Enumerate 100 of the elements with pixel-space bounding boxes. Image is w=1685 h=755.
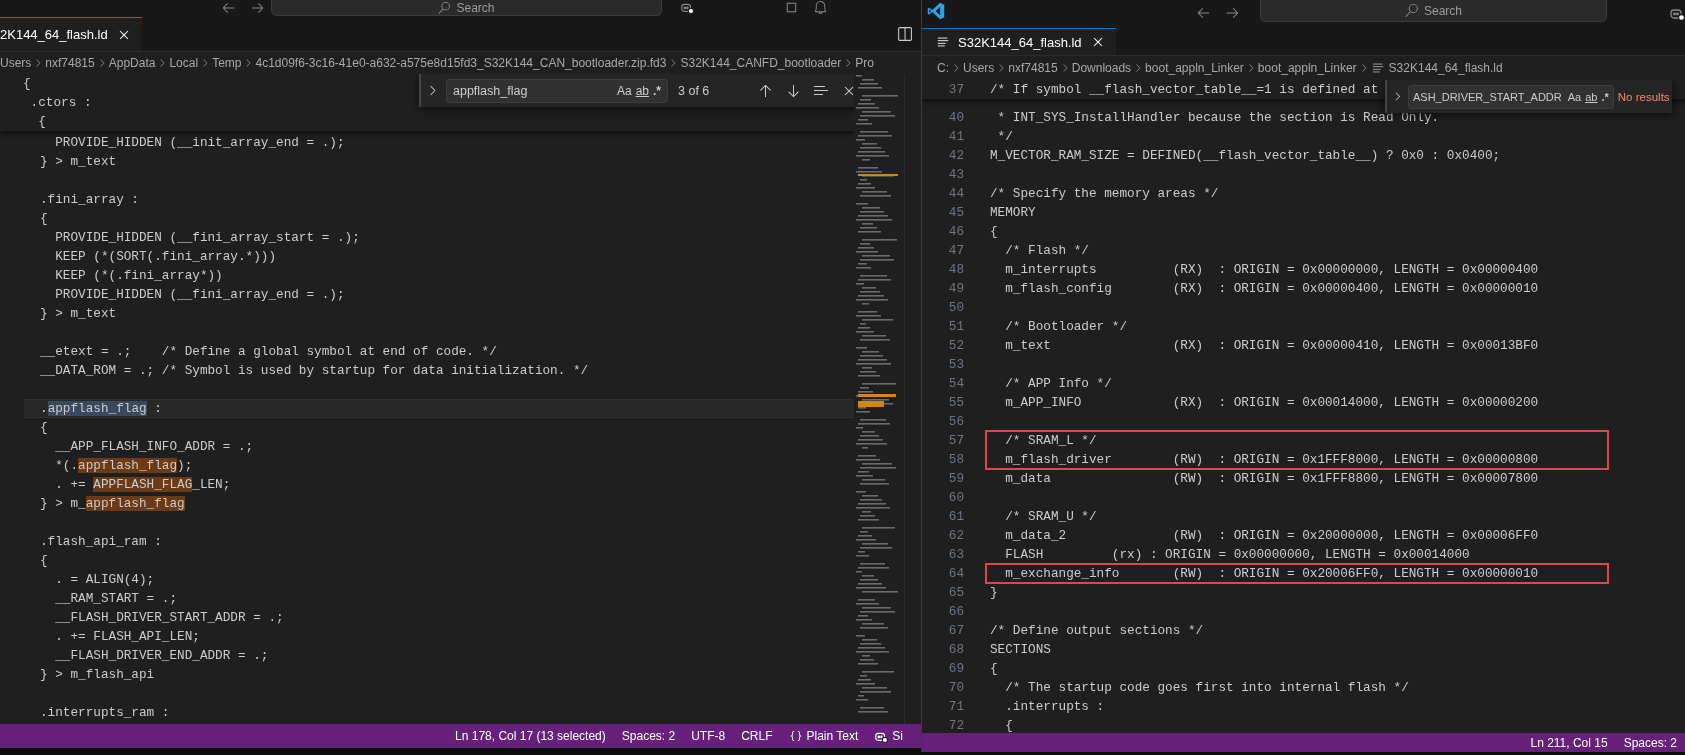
breadcrumb-item[interactable]: S32K144_CANFD_bootloader xyxy=(680,56,842,70)
code-line: { xyxy=(990,223,998,241)
line-number: 57 xyxy=(947,432,964,450)
code-line: /* Specify the memory areas */ xyxy=(990,185,1219,203)
status-item[interactable]: CRLF xyxy=(733,729,781,743)
code-line: . += FLASH_API_LEN; xyxy=(54,628,201,646)
code-line: __etext = .; /* Define a global symbol at end of code. */ xyxy=(40,343,498,361)
code-line: KEEP (*(.fini_array*)) xyxy=(54,267,224,285)
code-line: .fini_array : xyxy=(40,191,140,209)
breadcrumb-item[interactable]: Users xyxy=(963,61,995,75)
line-number: 42 xyxy=(947,147,964,165)
code-line: m_interrupts (RX) : ORIGIN = 0x00000000, LENGTH = 0x00000400 xyxy=(1004,261,1539,279)
line-number: 49 xyxy=(947,280,964,298)
code-line: m_data (RW) : ORIGIN = 0x1FFF8800, LENGTH = 0x00007800 xyxy=(1004,470,1539,488)
line-number: 50 xyxy=(947,299,964,317)
code-line: { xyxy=(990,660,998,678)
code-line: SECTIONS xyxy=(990,641,1051,659)
breadcrumb-item[interactable]: nxf74815 xyxy=(1008,61,1058,75)
breadcrumb-item[interactable]: Pro xyxy=(855,56,874,70)
code-line: . += APPFLASH_FLAG_LEN; xyxy=(54,476,232,494)
breadcrumb-item[interactable]: Local xyxy=(169,56,199,70)
line-number: 40 xyxy=(947,109,964,127)
status-item[interactable]: Si xyxy=(866,729,911,743)
line-number: 61 xyxy=(947,508,964,526)
line-number: 51 xyxy=(947,318,964,336)
breadcrumb-item[interactable]: AppData xyxy=(108,56,156,70)
status-item[interactable]: Spaces: 2 xyxy=(613,729,684,743)
find-option[interactable]: .* xyxy=(651,83,663,98)
breadcrumb-item[interactable]: nxf74815 xyxy=(45,56,95,70)
line-number: 68 xyxy=(947,641,964,659)
line-number: 55 xyxy=(947,394,964,412)
bell-icon[interactable] xyxy=(813,0,828,15)
find-option[interactable]: ab xyxy=(633,83,651,98)
breadcrumb-item[interactable]: Users xyxy=(0,56,32,70)
code-line: */ xyxy=(996,128,1013,146)
maximize-icon[interactable] xyxy=(784,0,799,15)
editor-tab[interactable]: 2K144_64_flash.ld xyxy=(0,17,142,51)
line-number: 53 xyxy=(947,356,964,374)
line-number: 60 xyxy=(947,489,964,507)
code-line: /* Define output sections */ xyxy=(990,622,1204,640)
code-line: M_VECTOR_RAM_SIZE = DEFINED(__flash_vector_table__) ? 0x0 : 0x0400; xyxy=(990,147,1501,165)
code-line: } > m_flash_api xyxy=(40,666,156,684)
code-line: } > m_appflash_flag xyxy=(40,495,186,513)
find-input[interactable]: appflash_flag Aa ab .* xyxy=(446,78,668,103)
code-line: __FLASH_DRIVER_END_ADDR = .; xyxy=(54,647,270,665)
breadcrumb-item[interactable]: 4c1d09f6-3c16-41e0-a632-a575e8d15fd3_S32K144_CAN_bootloader.zip.fd3 xyxy=(255,56,667,70)
back-arrow-icon[interactable] xyxy=(221,0,236,15)
line-number: 44 xyxy=(947,185,964,203)
status-item[interactable]: Plain Text xyxy=(780,729,867,743)
status-item[interactable]: UTF-8 xyxy=(683,729,734,743)
breadcrumb-item[interactable]: boot_appln_Linker xyxy=(1145,61,1244,75)
status-item[interactable]: Spaces: 2 xyxy=(1615,735,1685,750)
code-line: FLASH (rx) : ORIGIN = 0x00000000, LENGTH = 0x00014000 xyxy=(1004,546,1470,564)
line-number: 58 xyxy=(947,451,964,469)
code-line: m_flash_driver (RW) : ORIGIN = 0x1FFF8000, LENGTH = 0x00000800 xyxy=(1004,451,1539,469)
line-number: 70 xyxy=(947,679,964,697)
code-line: { xyxy=(37,113,46,131)
split-editor-icon[interactable] xyxy=(896,25,913,43)
find-option[interactable]: .* xyxy=(1599,90,1611,103)
code-line: /* If symbol __flash_vector_table__=1 is defined at xyxy=(990,81,1379,99)
code-line: { xyxy=(40,210,49,228)
editor-tab[interactable]: S32K144_64_flash.ld xyxy=(922,28,1116,55)
status-item[interactable]: Ln 211, Col 15 xyxy=(1522,735,1616,750)
code-line: MEMORY xyxy=(990,204,1036,222)
search-icon xyxy=(438,1,451,14)
code-line: __FLASH_DRIVER_START_ADDR = .; xyxy=(54,609,285,627)
code-line: } xyxy=(990,584,998,602)
back-arrow-icon[interactable] xyxy=(1196,5,1211,20)
line-number: 72 xyxy=(947,717,964,733)
search-field[interactable]: Search xyxy=(271,0,662,16)
code-line: PROVIDE_HIDDEN (__fini_array_end = .); xyxy=(54,286,346,304)
line-number: 47 xyxy=(947,242,964,260)
code-line: m_text (RX) : ORIGIN = 0x00000410, LENGTH = 0x00013BF0 xyxy=(1004,337,1539,355)
line-number: 66 xyxy=(947,603,964,621)
code-line: } > m_text xyxy=(40,153,118,171)
search-icon xyxy=(1405,4,1418,17)
breadcrumb-item[interactable]: Downloads xyxy=(1071,61,1132,75)
code-line: .interrupts_ram : xyxy=(40,704,171,722)
code-line: { xyxy=(40,419,49,437)
code-line: __APP_FLASH_INFO_ADDR = .; xyxy=(54,438,255,456)
line-number: 59 xyxy=(947,470,964,488)
find-input[interactable]: ASH_DRIVER_START_ADDR Aa ab .* xyxy=(1408,84,1614,109)
breadcrumb-item[interactable]: S32K144_64_flash.ld xyxy=(1388,61,1503,75)
line-number: 46 xyxy=(947,223,964,241)
find-option[interactable]: ab xyxy=(1583,90,1600,103)
line-number: 48 xyxy=(947,261,964,279)
line-number: 67 xyxy=(947,622,964,640)
find-option[interactable]: Aa xyxy=(614,83,634,98)
search-field[interactable]: Search xyxy=(1260,0,1607,22)
breadcrumb-item[interactable]: C: xyxy=(937,61,949,75)
find-option[interactable]: Aa xyxy=(1565,90,1584,103)
line-number: 43 xyxy=(947,166,964,184)
code-line: PROVIDE_HIDDEN (__fini_array_start = .); xyxy=(54,229,361,247)
breadcrumb-item[interactable]: Temp xyxy=(212,56,242,70)
status-item[interactable]: Ln 178, Col 17 (13 selected) xyxy=(447,729,614,743)
find-result: No results xyxy=(1617,90,1670,103)
line-number: 65 xyxy=(947,584,964,602)
code-line: PROVIDE_HIDDEN (__init_array_end = .); xyxy=(54,134,346,152)
breadcrumb-item[interactable]: boot_appln_Linker xyxy=(1257,61,1357,75)
line-number: 56 xyxy=(947,413,964,431)
